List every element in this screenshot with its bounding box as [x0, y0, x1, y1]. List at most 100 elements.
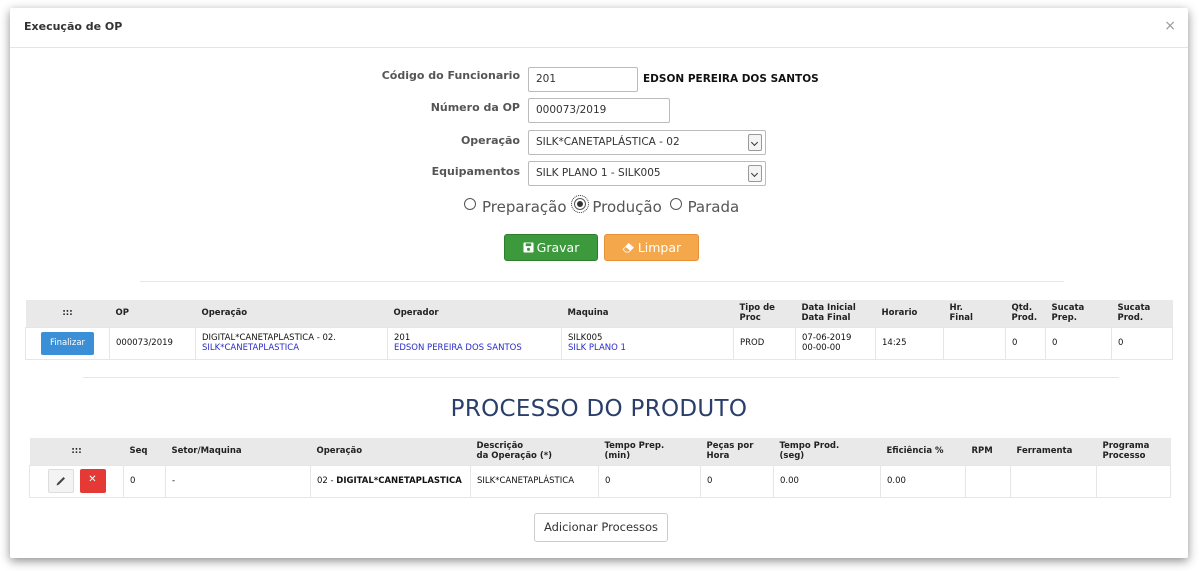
operador-link[interactable]: EDSON PEREIRA DOS SANTOS — [394, 343, 522, 353]
radio-parada-label: Parada — [687, 198, 740, 216]
divider — [83, 377, 1119, 378]
radio-preparacao[interactable]: Preparação — [464, 198, 567, 216]
delete-button[interactable]: ✕ — [79, 469, 106, 493]
op-execution-table: ::: OP Operação Operador Maquina Tipo de… — [25, 300, 1173, 360]
col-horario: Horario — [875, 300, 944, 327]
chevron-down-icon[interactable] — [748, 134, 762, 151]
actions-cell: Finalizar — [25, 326, 110, 360]
col-tempo-prod-1: Tempo Prod. — [779, 441, 840, 452]
col-rpm: RPM — [965, 438, 1011, 465]
add-processos-button[interactable]: Adicionar Processos — [534, 513, 668, 542]
equipamentos-select-value: SILK PLANO 1 - SILK005 — [536, 167, 661, 179]
col-actions: ::: — [29, 438, 124, 465]
col-ferramenta: Ferramenta — [1010, 438, 1097, 465]
close-icon: ✕ — [88, 474, 97, 485]
execucao-op-modal: Execução de OP × Código do Funcionario 2… — [10, 8, 1188, 558]
divider — [140, 281, 1064, 282]
table-row: Finalizar 000073/2019 DIGITAL*CANETAPLAS… — [25, 326, 1173, 360]
maquina-cell: SILK005 SILK PLANO 1 — [561, 326, 734, 360]
col-programa-1: Programa — [1102, 441, 1150, 452]
col-operacao: Operação — [310, 438, 471, 465]
ferramenta-cell — [1010, 464, 1097, 498]
col-pecas-hora: Peças por Hora — [700, 438, 774, 465]
maquina-code: SILK005 — [568, 333, 603, 343]
radio-parada-circle[interactable] — [669, 198, 682, 210]
operacao-link[interactable]: SILK*CANETAPLASTICA — [202, 343, 299, 353]
rpm-cell — [965, 464, 1011, 498]
col-descricao-1: Descrição — [476, 441, 524, 452]
modal-title: Execução de OP — [24, 20, 123, 33]
col-programa-2: Processo — [1102, 451, 1146, 462]
operacao-label: Operação — [460, 134, 520, 147]
col-hr-final: Hr. Final — [943, 300, 1006, 327]
setor-cell: - — [165, 464, 311, 498]
sucata-prod-cell: 0 — [1111, 326, 1173, 360]
gravar-button[interactable]: Gravar — [504, 234, 598, 261]
radio-producao-circle[interactable] — [571, 195, 590, 213]
operacao-name: DIGITAL*CANETAPLASTICA — [336, 476, 462, 486]
tempo-prod-cell: 0.00 — [773, 464, 881, 498]
processo-title: PROCESSO DO PRODUTO — [450, 396, 748, 422]
col-sucata-prod: Sucata Prod. — [1111, 300, 1173, 327]
finalizar-button[interactable]: Finalizar — [40, 331, 95, 355]
horario-cell: 14:25 — [875, 326, 944, 360]
funcionario-name: EDSON PEREIRA DOS SANTOS — [643, 73, 819, 85]
operacao-text: DIGITAL*CANETAPLASTICA - 02. — [202, 333, 337, 343]
radio-preparacao-circle[interactable] — [464, 198, 476, 210]
col-op: OP — [109, 300, 196, 327]
col-actions: ::: — [25, 300, 110, 327]
radio-producao-label: Produção — [592, 198, 662, 216]
save-icon — [523, 242, 534, 253]
radio-producao[interactable]: Produção — [571, 195, 662, 216]
edit-button[interactable] — [47, 469, 74, 493]
col-descricao-2: da Operação (*) — [476, 451, 553, 462]
eraser-icon — [622, 242, 634, 253]
descricao-cell: SILK*CANETAPLÁSTICA — [470, 464, 599, 498]
data-final-value: 00-00-00 — [802, 343, 841, 353]
close-icon[interactable]: × — [1164, 19, 1176, 33]
limpar-label: Limpar — [637, 240, 682, 255]
radio-parada[interactable]: Parada — [669, 198, 740, 216]
processo-table: ::: Seq Setor/Maquina Operação Descrição… — [29, 438, 1171, 498]
equipamentos-label: Equipamentos — [431, 165, 520, 178]
hr-final-cell — [943, 326, 1006, 360]
modal-header: Execução de OP × — [10, 8, 1188, 48]
col-hr-final-1: Hr. — [949, 303, 963, 314]
funcionario-label: Código do Funcionario — [381, 69, 520, 82]
table-row: ✕ 0 - 02 - DIGITAL*CANETAPLASTICA SILK*C… — [29, 464, 1171, 498]
col-descricao: Descrição da Operação (*) — [470, 438, 599, 465]
operador-cell: 201 EDSON PEREIRA DOS SANTOS — [387, 326, 562, 360]
col-sucata-prod-2: Prod. — [1117, 313, 1144, 324]
qtd-prod-cell: 0 — [1005, 326, 1046, 360]
col-seq: Seq — [123, 438, 166, 465]
col-sucata-prep: Sucata Prep. — [1045, 300, 1112, 327]
operacao-select[interactable]: SILK*CANETAPLÁSTICA - 02 — [528, 130, 766, 155]
col-data: Data Inicial Data Final — [795, 300, 876, 327]
col-tempo-prod-2: (seg) — [779, 451, 805, 462]
col-qtd-prod-2: Prod. — [1011, 313, 1038, 324]
op-number-label: Número da OP — [430, 101, 520, 114]
col-data-final: Data Final — [801, 313, 851, 324]
operacao-select-value: SILK*CANETAPLÁSTICA - 02 — [536, 136, 680, 148]
funcionario-code-input[interactable]: 201 — [528, 67, 638, 92]
maquina-link[interactable]: SILK PLANO 1 — [568, 343, 626, 353]
col-tipo-proc: Tipo de Proc — [733, 300, 796, 327]
limpar-button[interactable]: Limpar — [604, 234, 699, 261]
gravar-label: Gravar — [536, 240, 580, 255]
tempo-prep-cell: 0 — [598, 464, 701, 498]
seq-cell: 0 — [123, 464, 166, 498]
equipamentos-select[interactable]: SILK PLANO 1 - SILK005 — [528, 161, 766, 186]
col-tempo-prod: Tempo Prod. (seg) — [773, 438, 881, 465]
operador-code: 201 — [394, 333, 411, 343]
radio-preparacao-label: Preparação — [482, 198, 567, 216]
process-type-radio-group: Preparação Produção Parada — [464, 195, 742, 222]
op-cell: 000073/2019 — [109, 326, 196, 360]
data-inicial-value: 07-06-2019 — [802, 333, 852, 343]
col-operacao: Operação — [195, 300, 388, 327]
col-operador: Operador — [387, 300, 562, 327]
op-number-input[interactable]: 000073/2019 — [528, 98, 670, 123]
pecas-hora-cell: 0 — [700, 464, 774, 498]
col-sucata-prep-2: Prep. — [1051, 313, 1078, 324]
chevron-down-icon[interactable] — [748, 165, 762, 182]
pencil-icon — [56, 477, 65, 486]
